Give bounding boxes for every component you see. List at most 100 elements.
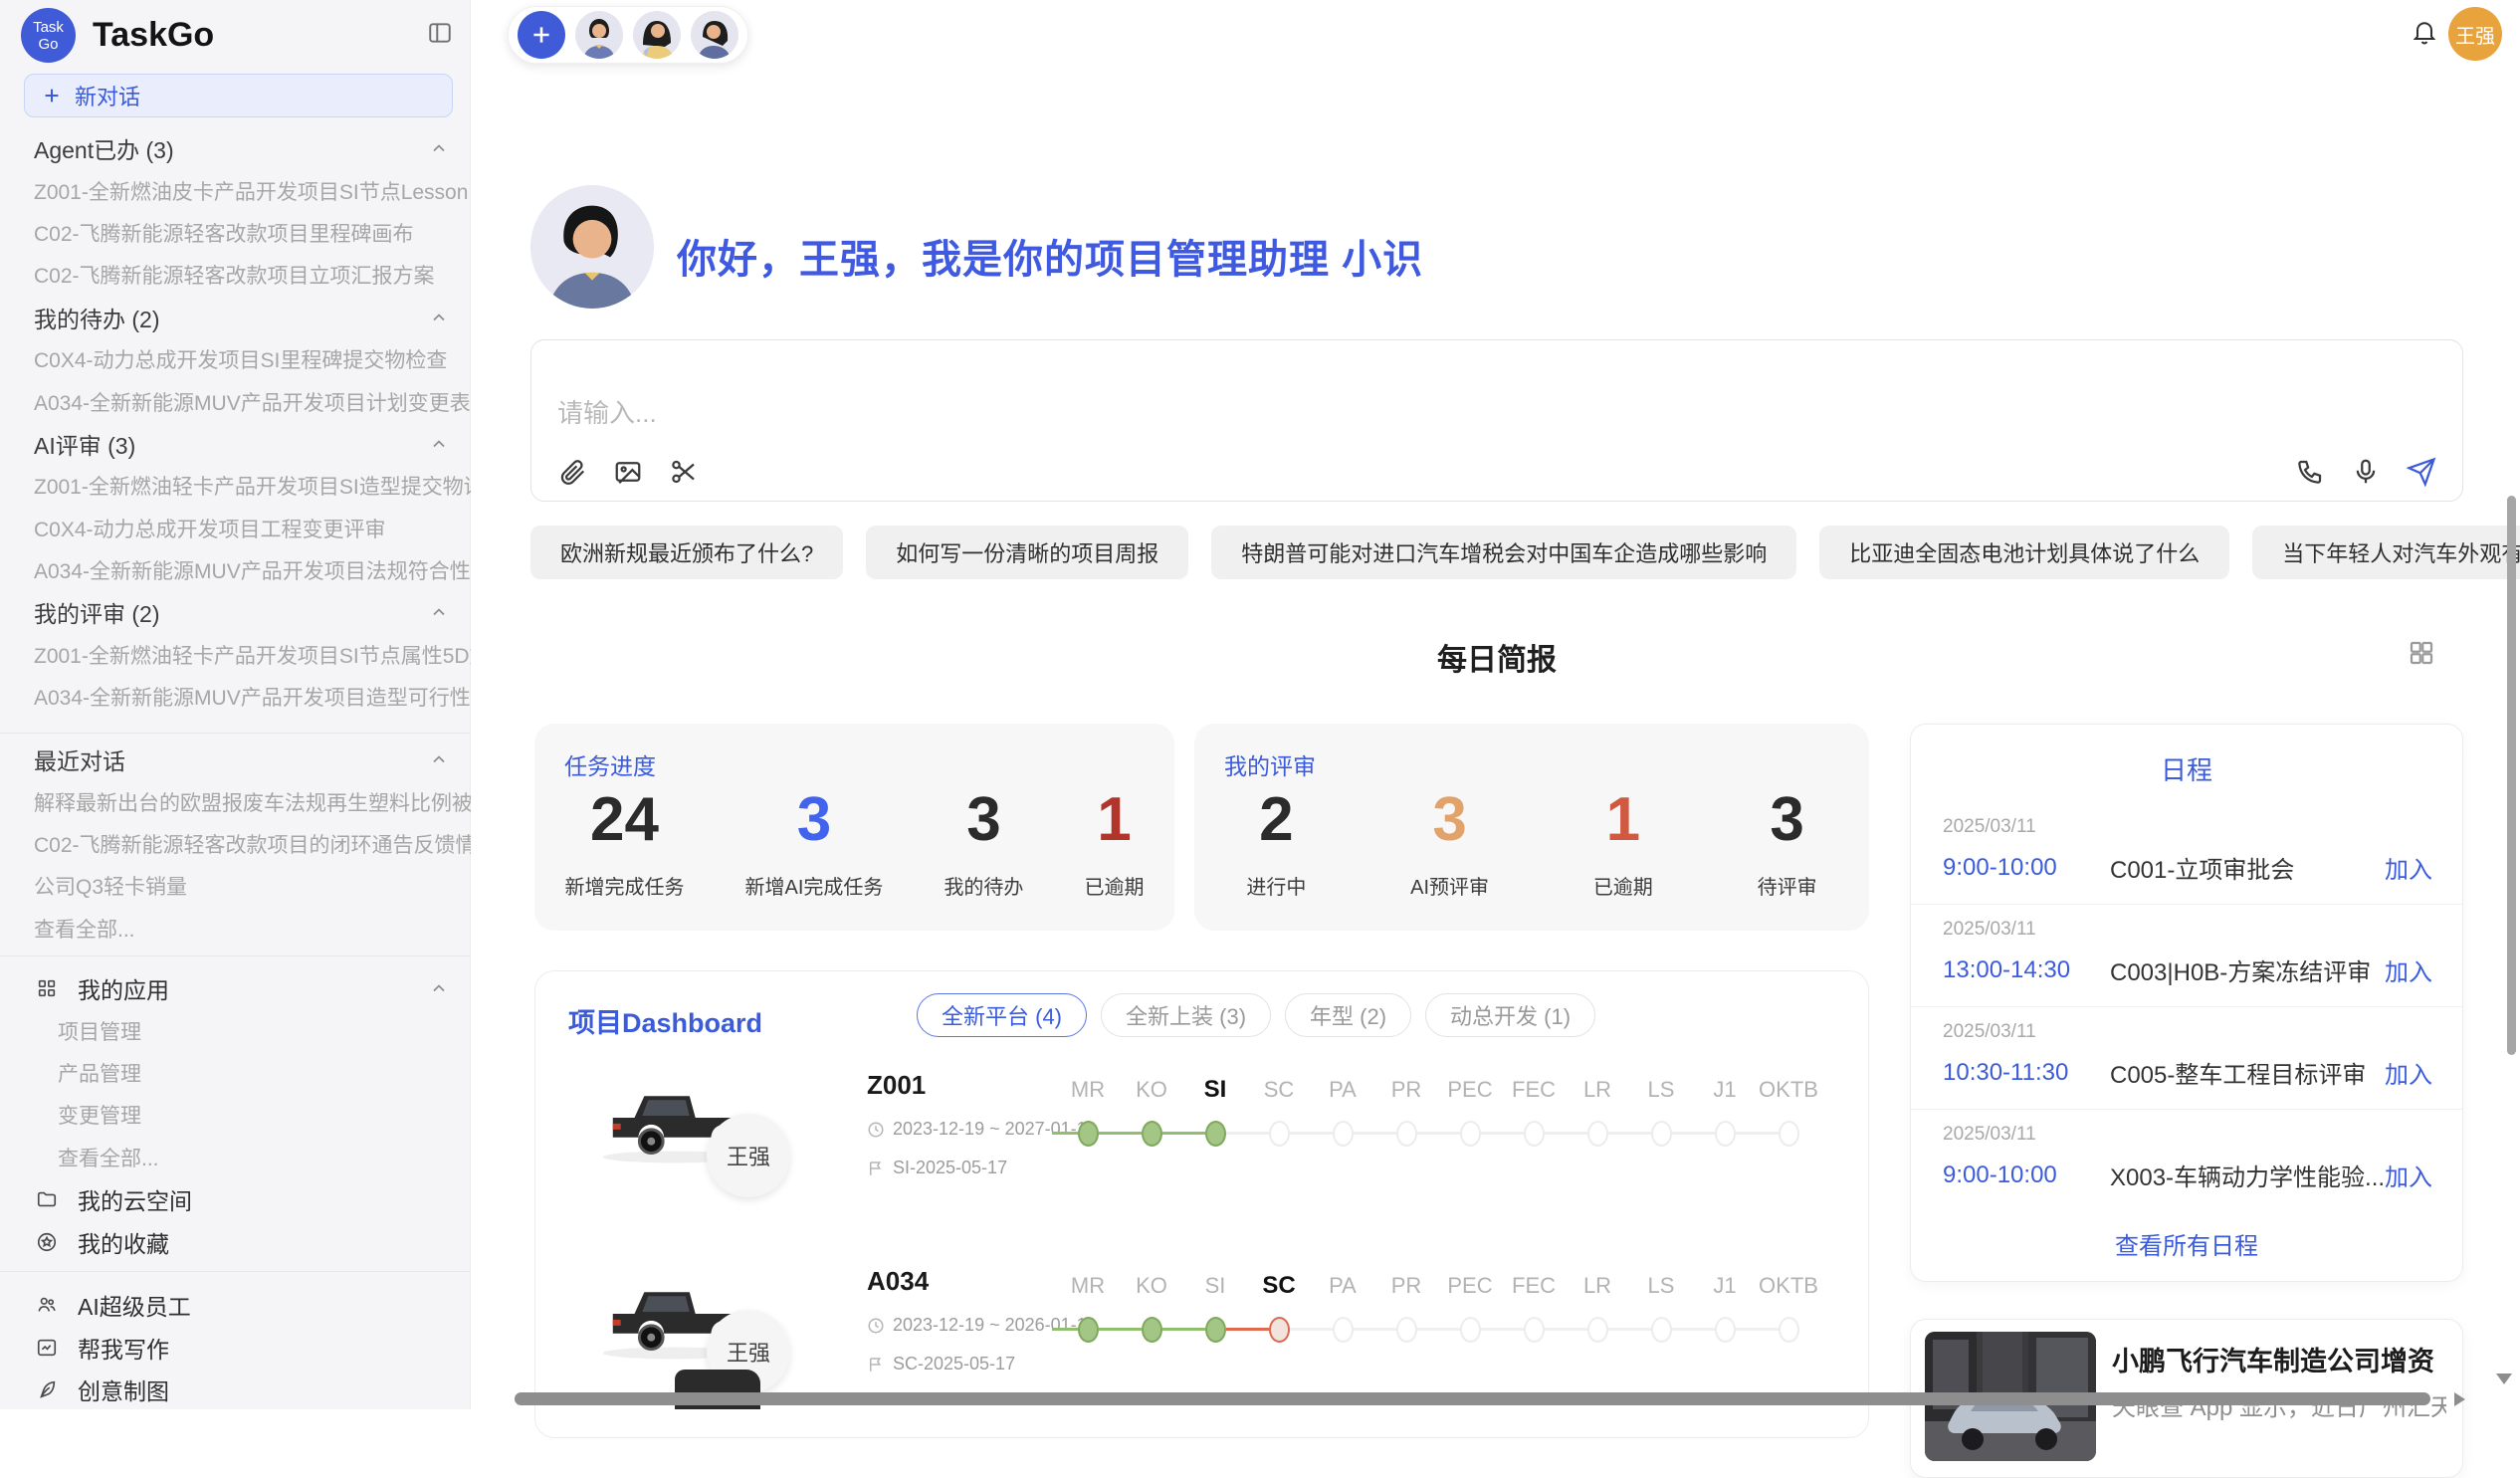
- sidebar-item-creative-draw[interactable]: 创意制图: [0, 1369, 471, 1410]
- chat-tabs-pill: [508, 6, 748, 64]
- user-avatar[interactable]: 王强: [2448, 7, 2502, 61]
- chevron-up-icon[interactable]: [429, 138, 449, 158]
- list-item[interactable]: Z001-全新燃油轻卡产品开发项目SI节点属性5D文件评审: [0, 634, 471, 676]
- microphone-icon[interactable]: [2351, 457, 2381, 487]
- join-button[interactable]: 加入: [2385, 1055, 2432, 1090]
- list-item[interactable]: C02-飞腾新能源轻客改款项目的闭环通告反馈情况: [0, 823, 471, 865]
- sidebar-item-favorites[interactable]: 我的收藏: [0, 1220, 471, 1262]
- chevron-up-icon[interactable]: [429, 602, 449, 622]
- join-button[interactable]: 加入: [2385, 1158, 2432, 1192]
- chevron-up-icon[interactable]: [429, 978, 449, 998]
- section-my-review[interactable]: 我的评审 (2): [0, 591, 471, 633]
- tab-model-year[interactable]: 年型 (2): [1285, 993, 1411, 1037]
- schedule-event[interactable]: 2025/03/11 9:00-10:00 C001-立项审批会 加入: [1911, 802, 2462, 905]
- section-ai-review[interactable]: AI评审 (3): [0, 423, 471, 465]
- chat-avatar-2[interactable]: [633, 11, 681, 59]
- milestone-label: PR: [1391, 1076, 1422, 1104]
- project-row[interactable]: 王强 Z001 2023-12-19 ~ 2027-01-19 SI-2025-…: [535, 1056, 1869, 1252]
- message-composer: [530, 339, 2463, 502]
- list-item[interactable]: C02-飞腾新能源轻客改款项目立项汇报方案: [0, 254, 471, 296]
- tab-new-body[interactable]: 全新上装 (3): [1101, 993, 1271, 1037]
- list-item[interactable]: Z001-全新燃油皮卡产品开发项目SI节点Lesson Learn报告: [0, 169, 471, 211]
- list-item[interactable]: C0X4-动力总成开发项目SI里程碑提交物检查: [0, 338, 471, 380]
- stat-value: 3: [1410, 783, 1489, 857]
- view-all-apps[interactable]: 查看全部...: [0, 1137, 471, 1178]
- milestone-dot: [1205, 1121, 1226, 1147]
- list-item[interactable]: A034-全新新能源MUV产品开发项目造型可行性评审: [0, 676, 471, 718]
- section-agent-done[interactable]: Agent已办 (3): [0, 127, 471, 169]
- tab-powertrain[interactable]: 动总开发 (1): [1425, 993, 1595, 1037]
- greeting-text: 你好，王强，我是你的项目管理助理 小识: [677, 227, 1423, 285]
- sidebar-item-help-write[interactable]: 帮我写作: [0, 1326, 471, 1368]
- milestone-label: SI: [1204, 1076, 1227, 1104]
- project-row[interactable]: 王强 A034 2023-12-19 ~ 2026-01-19 SC-2025-…: [535, 1252, 1869, 1438]
- stat-label: 进行中: [1246, 871, 1306, 900]
- suggestion-chip[interactable]: 欧洲新规最近颁布了什么?: [530, 526, 843, 579]
- milestone-dot: [1396, 1317, 1417, 1343]
- view-all-schedule-link[interactable]: 查看所有日程: [1911, 1226, 2462, 1261]
- sidebar-tools: AI超级员工 帮我写作 创意制图: [0, 1284, 471, 1410]
- divider: [0, 955, 471, 956]
- milestone-dot: [1460, 1121, 1481, 1147]
- sidebar-item-project-mgmt[interactable]: 项目管理: [0, 1009, 471, 1051]
- send-icon[interactable]: [2407, 457, 2436, 487]
- sidebar-item-product-mgmt[interactable]: 产品管理: [0, 1052, 471, 1094]
- suggestion-chip[interactable]: 特朗普可能对进口汽车增税会对中国车企造成哪些影响: [1211, 526, 1796, 579]
- section-recent-chats[interactable]: 最近对话: [0, 739, 471, 780]
- horizontal-scrollbar[interactable]: [515, 1392, 2430, 1405]
- schedule-event[interactable]: 2025/03/11 9:00-10:00 X003-车辆动力学性能验... 加…: [1911, 1110, 2462, 1212]
- chat-avatar-1[interactable]: [575, 11, 623, 59]
- milestone-label: PEC: [1447, 1272, 1492, 1300]
- list-item[interactable]: Z001-全新燃油轻卡产品开发项目SI造型提交物评审: [0, 465, 471, 507]
- list-item[interactable]: 公司Q3轻卡销量: [0, 865, 471, 907]
- sidebar-collapse-icon[interactable]: [427, 20, 453, 46]
- chevron-up-icon[interactable]: [429, 749, 449, 769]
- join-button[interactable]: 加入: [2385, 850, 2432, 885]
- milestone-label: SC: [1262, 1272, 1295, 1300]
- view-all-chats[interactable]: 查看全部...: [0, 908, 471, 950]
- list-item[interactable]: 解释最新出台的欧盟报废车法规再生塑料比例被调至15%...: [0, 780, 471, 822]
- new-chat-button[interactable]: 新对话: [24, 74, 453, 117]
- section-my-todo[interactable]: 我的待办 (2): [0, 297, 471, 338]
- sidebar-item-change-mgmt[interactable]: 变更管理: [0, 1094, 471, 1136]
- project-dates: 2023-12-19 ~ 2026-01-19: [867, 1315, 1061, 1336]
- milestone-dot: [1333, 1121, 1354, 1147]
- list-item[interactable]: C0X4-动力总成开发项目工程变更评审: [0, 508, 471, 549]
- sidebar-item-ai-super-staff[interactable]: AI超级员工: [0, 1284, 471, 1326]
- section-title: 我的应用: [78, 971, 169, 1005]
- join-button[interactable]: 加入: [2385, 952, 2432, 987]
- scissors-icon[interactable]: [669, 457, 699, 487]
- suggestion-chip[interactable]: 如何写一份清晰的项目周报: [866, 526, 1188, 579]
- notification-bell-icon[interactable]: [2411, 18, 2438, 46]
- scroll-right-arrow-icon[interactable]: [2454, 1392, 2465, 1406]
- sidebar-item-cloud-space[interactable]: 我的云空间: [0, 1178, 471, 1220]
- chevron-up-icon[interactable]: [429, 308, 449, 327]
- chat-input[interactable]: [557, 398, 1752, 429]
- suggestion-chip[interactable]: 当下年轻人对汽车外观有怎样的喜好趋势: [2252, 526, 2520, 579]
- list-item[interactable]: A034-全新新能源MUV产品开发项目法规符合性评审: [0, 549, 471, 591]
- milestone-label: J1: [1713, 1272, 1736, 1300]
- scroll-down-arrow-icon[interactable]: [2496, 1373, 2512, 1384]
- chevron-up-icon[interactable]: [429, 434, 449, 454]
- section-my-apps[interactable]: 我的应用: [0, 967, 471, 1009]
- tab-new-platform[interactable]: 全新平台 (4): [917, 993, 1087, 1037]
- list-item[interactable]: A034-全新新能源MUV产品开发项目计划变更表编写: [0, 380, 471, 422]
- phone-icon[interactable]: [2295, 457, 2325, 487]
- chat-avatar-3[interactable]: [691, 11, 738, 59]
- milestone-label: LR: [1583, 1272, 1611, 1300]
- event-date: 2025/03/11: [1943, 816, 2432, 838]
- milestone-label: PEC: [1447, 1076, 1492, 1104]
- stat-overdue: 1 已逾期: [1084, 783, 1144, 900]
- milestone-dot: [1142, 1121, 1162, 1147]
- vertical-scrollbar[interactable]: [2507, 496, 2516, 1055]
- list-item[interactable]: C02-飞腾新能源轻客改款项目里程碑画布: [0, 212, 471, 254]
- schedule-event[interactable]: 2025/03/11 13:00-14:30 C003|H0B-方案冻结评审 加…: [1911, 905, 2462, 1007]
- new-chat-label: 新对话: [75, 80, 140, 111]
- attachment-icon[interactable]: [557, 457, 587, 487]
- schedule-event[interactable]: 2025/03/11 10:30-11:30 C005-整车工程目标评审 加入: [1911, 1007, 2462, 1110]
- add-chat-button[interactable]: [518, 11, 565, 59]
- suggestion-chip[interactable]: 比亚迪全固态电池计划具体说了什么: [1819, 526, 2229, 579]
- briefing-layout-icon[interactable]: [2407, 638, 2436, 668]
- image-icon[interactable]: [613, 457, 643, 487]
- sidebar-item-label: 我的云空间: [78, 1182, 192, 1216]
